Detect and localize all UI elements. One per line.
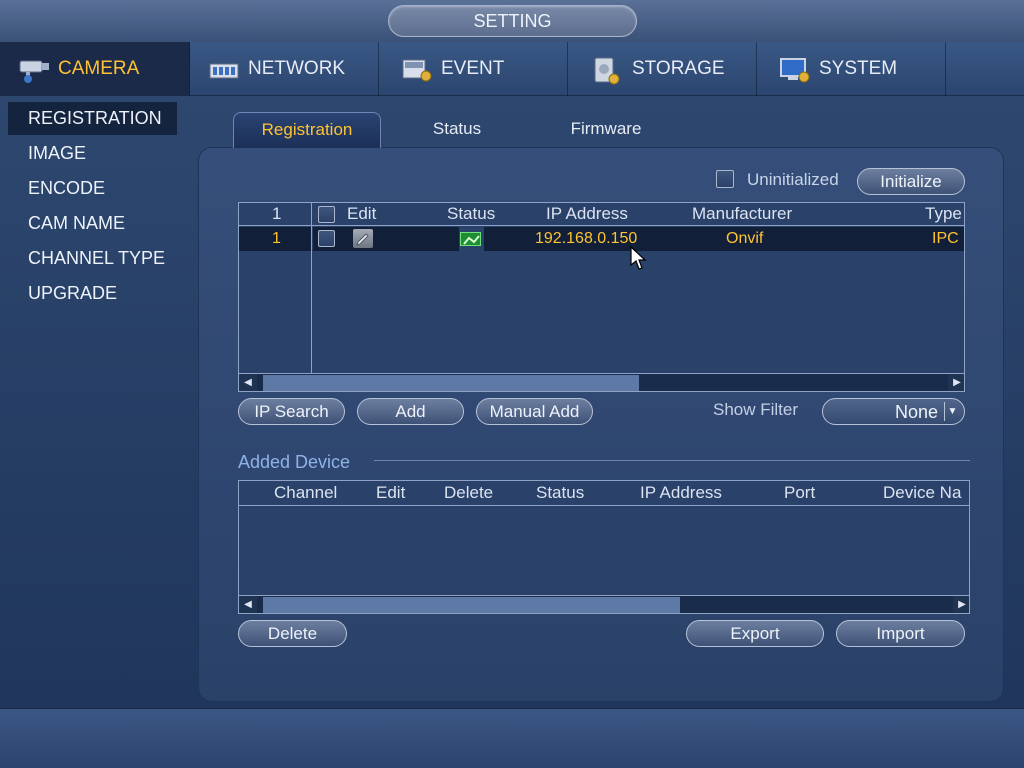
scroll-right-icon[interactable]: ▶ bbox=[948, 374, 964, 391]
tab-camera[interactable]: CAMERA bbox=[0, 42, 190, 96]
section-divider bbox=[374, 460, 970, 461]
tab-event[interactable]: EVENT bbox=[379, 42, 568, 96]
tab-registration[interactable]: Registration bbox=[233, 112, 381, 148]
network-icon bbox=[208, 56, 240, 82]
column-header-manufacturer: Manufacturer bbox=[692, 204, 793, 223]
column-header-status: Status bbox=[536, 483, 585, 502]
ip-search-button[interactable]: IP Search bbox=[238, 398, 345, 425]
tab-firmware[interactable]: Firmware bbox=[540, 112, 672, 148]
column-header-device-name: Device Na bbox=[883, 483, 962, 502]
uninitialized-checkbox[interactable] bbox=[716, 170, 734, 188]
scrollbar-thumb[interactable] bbox=[263, 597, 680, 613]
row-index: 1 bbox=[272, 230, 281, 247]
added-device-table: Channel Edit Delete Status IP Address Po… bbox=[238, 480, 970, 614]
column-header-ip-address: IP Address bbox=[640, 483, 722, 502]
column-header-type: Type bbox=[925, 204, 962, 223]
table-row[interactable]: 1 192.168.0.150 Onvif IPC bbox=[239, 227, 964, 251]
sidebar-item-image[interactable]: IMAGE bbox=[8, 137, 177, 170]
scroll-right-icon[interactable]: ▶ bbox=[953, 596, 969, 613]
tab-label: CAMERA bbox=[58, 58, 140, 79]
event-icon bbox=[401, 56, 433, 82]
show-filter-value: None bbox=[894, 402, 938, 422]
title-bar: SETTING bbox=[0, 0, 1024, 42]
show-filter-label: Show Filter bbox=[713, 400, 799, 419]
select-all-checkbox[interactable] bbox=[318, 206, 335, 223]
tab-network[interactable]: NETWORK bbox=[190, 42, 379, 96]
tab-system[interactable]: SYSTEM bbox=[757, 42, 946, 96]
sidebar-item-registration[interactable]: REGISTRATION bbox=[8, 102, 177, 135]
sidebar: REGISTRATION IMAGE ENCODE CAM NAME CHANN… bbox=[0, 97, 195, 707]
main-tab-bar: CAMERA NETWORK EVENT STORAGE SYSTEM bbox=[0, 42, 1024, 96]
horizontal-scrollbar[interactable]: ◀ ▶ bbox=[239, 595, 969, 613]
column-header-port: Port bbox=[784, 483, 816, 502]
column-header-edit: Edit bbox=[376, 483, 406, 502]
row-manufacturer: Onvif bbox=[726, 230, 764, 247]
search-result-table: 1 Edit Status IP Address Manufacturer Ty… bbox=[238, 202, 965, 392]
add-button[interactable]: Add bbox=[357, 398, 464, 425]
scrollbar-thumb[interactable] bbox=[263, 375, 639, 391]
sidebar-item-channel-type[interactable]: CHANNEL TYPE bbox=[8, 242, 177, 275]
manual-add-button[interactable]: Manual Add bbox=[476, 398, 593, 425]
edit-icon[interactable] bbox=[353, 229, 373, 248]
show-filter-select[interactable]: None ▼ bbox=[822, 398, 965, 425]
export-button[interactable]: Export bbox=[686, 620, 824, 647]
row-ip-address: 192.168.0.150 bbox=[535, 230, 638, 247]
tab-storage[interactable]: STORAGE bbox=[568, 42, 757, 96]
mouse-cursor-icon bbox=[630, 245, 648, 272]
import-button[interactable]: Import bbox=[836, 620, 965, 647]
camera-icon bbox=[18, 56, 50, 83]
added-device-title: Added Device bbox=[238, 452, 351, 472]
uninitialized-label: Uninitialized bbox=[747, 170, 839, 189]
tab-label: EVENT bbox=[441, 58, 505, 79]
column-header-edit: Edit bbox=[347, 204, 377, 223]
scroll-left-icon[interactable]: ◀ bbox=[239, 374, 257, 391]
header-divider bbox=[239, 225, 964, 226]
bottom-bar bbox=[0, 708, 1024, 768]
scroll-left-icon[interactable]: ◀ bbox=[239, 596, 257, 613]
delete-button[interactable]: Delete bbox=[238, 620, 347, 647]
column-header-channel: Channel bbox=[274, 483, 338, 502]
horizontal-scrollbar[interactable]: ◀ ▶ bbox=[239, 373, 964, 391]
column-header-ip-address: IP Address bbox=[546, 204, 628, 223]
tab-label: SYSTEM bbox=[819, 58, 898, 79]
storage-icon bbox=[592, 56, 624, 85]
sidebar-item-upgrade[interactable]: UPGRADE bbox=[8, 277, 177, 310]
system-icon bbox=[779, 56, 811, 83]
tab-status[interactable]: Status bbox=[395, 112, 519, 148]
tab-label: STORAGE bbox=[632, 58, 725, 79]
sidebar-item-encode[interactable]: ENCODE bbox=[8, 172, 177, 205]
tab-label: NETWORK bbox=[248, 58, 346, 79]
column-header-index: 1 bbox=[272, 204, 282, 223]
window-title: SETTING bbox=[388, 5, 637, 37]
initialize-button[interactable]: Initialize bbox=[857, 168, 965, 195]
header-divider bbox=[239, 505, 969, 506]
chevron-down-icon[interactable]: ▼ bbox=[944, 402, 960, 421]
connected-icon bbox=[460, 232, 481, 246]
column-header-status: Status bbox=[447, 204, 496, 223]
row-checkbox[interactable] bbox=[318, 230, 335, 247]
sidebar-item-cam-name[interactable]: CAM NAME bbox=[8, 207, 177, 240]
column-header-delete: Delete bbox=[444, 483, 494, 502]
row-type: IPC bbox=[932, 230, 959, 247]
